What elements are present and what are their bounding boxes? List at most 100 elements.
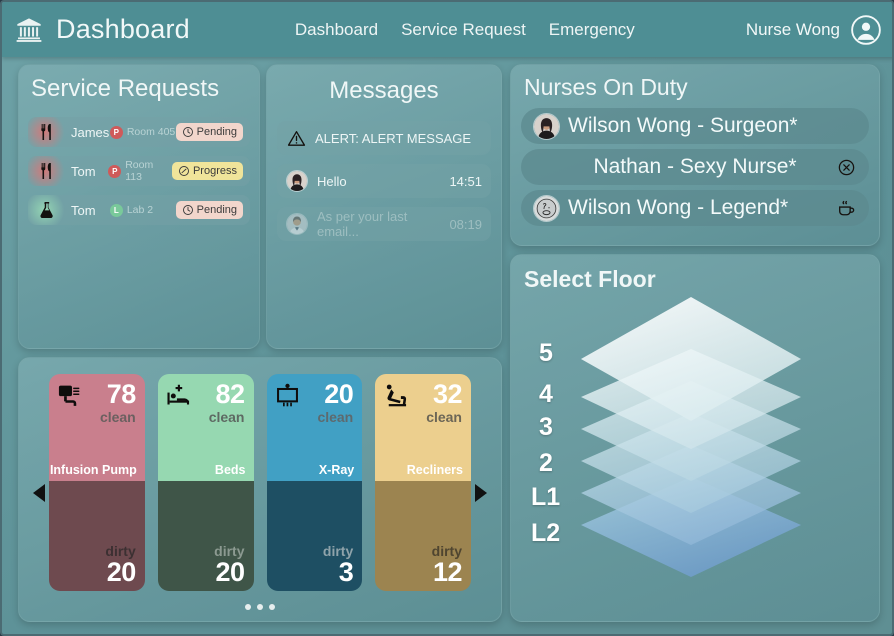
nurse-name: Nathan - Sexy Nurse* [593, 155, 797, 178]
avatar-woman [533, 112, 560, 140]
carousel-dot[interactable] [257, 604, 263, 610]
select-floor-panel: Select Floor 5 4 3 2 L1 L2 [510, 254, 880, 622]
equipment-dirty-section: dirty 12 [375, 481, 471, 591]
nurse-row[interactable]: Nathan - Sexy Nurse* [521, 149, 869, 185]
nav-link-dashboard[interactable]: Dashboard [295, 20, 378, 40]
carousel-dot[interactable] [245, 604, 251, 610]
messages-title: Messages [329, 77, 439, 104]
clean-label: clean [426, 408, 462, 425]
equipment-name: Recliners [406, 463, 463, 477]
service-request-row[interactable]: Tom P Room 113 Progress [28, 156, 250, 186]
message-row[interactable]: ALERT: ALERT MESSAGE [277, 121, 491, 155]
messages-panel: Messages ALERT: ALERT MESSAGE Hello 14:51… [266, 64, 502, 349]
nurse-name: Wilson Wong - Legend* [568, 196, 789, 219]
message-text: Hello [317, 173, 347, 189]
user-area[interactable]: Nurse Wong [746, 14, 882, 46]
floor-level-label[interactable]: 5 [539, 339, 553, 368]
carousel-next-arrow[interactable] [475, 484, 487, 502]
equipment-card[interactable]: 82 clean Beds dirty 20 [157, 374, 254, 591]
avatar-doctor [286, 213, 308, 235]
equipment-clean-stats: 32 clean [426, 379, 463, 425]
service-request-location: P Room 113 [108, 159, 172, 183]
location-label: Lab 2 [126, 204, 154, 216]
equipment-carousel-panel: 78 clean Infusion Pump dirty 20 82 clean… [18, 357, 502, 622]
equipment-clean-stats: 82 clean [208, 381, 245, 425]
location-label: Room 113 [125, 159, 154, 183]
equipment-name: Infusion Pump [49, 463, 137, 477]
equipment-card-header: 20 clean [267, 374, 363, 425]
service-requests-title: Service Requests [31, 75, 220, 102]
message-row[interactable]: As per your last email... 08:19 [277, 207, 491, 241]
clean-count: 20 [324, 379, 354, 409]
service-request-name: James [71, 124, 110, 140]
location-label: Room 405 [126, 126, 176, 138]
equipment-clean-stats: 78 clean [99, 379, 137, 425]
clock-icon [182, 126, 194, 138]
nurses-on-duty-panel: Nurses On Duty Wilson Wong - Surgeon* Nat… [510, 64, 880, 246]
service-requests-panel: Service Requests James P Room 405 Pendin… [18, 64, 260, 349]
user-name-label: Nurse Wong [745, 19, 840, 39]
cutlery-icon [28, 117, 65, 147]
nav-link-emergency[interactable]: Emergency [549, 20, 635, 40]
carousel-dot[interactable] [269, 604, 275, 610]
equipment-clean-stats: 20 clean [317, 379, 354, 425]
x-circle-icon[interactable] [835, 156, 857, 178]
dirty-count: 20 [215, 557, 245, 587]
equipment-card[interactable]: 20 clean X-Ray dirty 3 [266, 374, 363, 591]
app-header: Dashboard Dashboard Service Request Emer… [2, 2, 892, 57]
x-ray-icon [274, 382, 302, 410]
clock-icon [182, 204, 194, 216]
equipment-card[interactable]: 78 clean Infusion Pump dirty 20 [49, 374, 145, 591]
nav-link-service-request[interactable]: Service Request [401, 20, 526, 40]
equipment-clean-section: 78 clean Infusion Pump [49, 374, 145, 481]
service-request-row[interactable]: Tom L Lab 2 Pending [28, 195, 250, 225]
dirty-count: 12 [432, 557, 463, 587]
floor-level-label[interactable]: 2 [539, 449, 553, 478]
nurses-on-duty-title: Nurses On Duty [524, 74, 688, 100]
equipment-dirty-section: dirty 3 [266, 481, 363, 591]
equipment-name: X-Ray [318, 463, 355, 477]
equipment-cards: 78 clean Infusion Pump dirty 20 82 clean… [49, 374, 471, 591]
clean-count: 32 [432, 379, 463, 409]
clean-count: 78 [106, 379, 137, 409]
equipment-dirty-section: dirty 20 [157, 481, 254, 591]
status-badge[interactable]: Progress [171, 162, 243, 180]
clean-label: clean [208, 408, 245, 425]
floor-level-label[interactable]: 3 [539, 413, 553, 442]
coffee-cup-icon[interactable] [835, 197, 857, 219]
main-nav: Dashboard Service Request Emergency [295, 20, 635, 40]
nurse-name: Wilson Wong - Surgeon* [568, 114, 798, 137]
app-title: Dashboard [56, 14, 190, 44]
service-request-row[interactable]: James P Room 405 Pending [28, 117, 250, 147]
message-time: 14:51 [449, 173, 482, 189]
carousel-prev-arrow[interactable] [33, 484, 45, 502]
infusion-pump-icon [56, 382, 84, 410]
nurse-row[interactable]: Wilson Wong - Legend* [521, 190, 869, 226]
avatar-woman [286, 170, 308, 192]
avatar-face [533, 194, 560, 222]
warning-triangle-icon [286, 128, 306, 148]
museum-bank-icon [14, 15, 44, 45]
floor-level-label[interactable]: 4 [539, 380, 553, 409]
recliner-icon [382, 382, 410, 410]
equipment-clean-section: 20 clean X-Ray [266, 374, 363, 481]
message-text: As per your last email... [317, 209, 408, 239]
service-request-location: P Room 405 [109, 125, 176, 139]
message-row[interactable]: Hello 14:51 [277, 164, 491, 198]
floor-stack-graphic[interactable] [511, 255, 881, 623]
clean-label: clean [317, 408, 354, 425]
equipment-dirty-section: dirty 20 [49, 481, 145, 591]
status-badge[interactable]: Pending [175, 201, 243, 219]
clean-label: clean [99, 408, 136, 425]
equipment-card[interactable]: 32 clean Recliners dirty 12 [375, 374, 471, 591]
user-circle-icon[interactable] [850, 14, 882, 46]
nurse-row[interactable]: Wilson Wong - Surgeon* [521, 108, 869, 144]
floor-level-label[interactable]: L1 [531, 483, 560, 512]
service-requests-list: James P Room 405 Pending Tom P Room 113 … [28, 117, 250, 225]
equipment-card-header: 78 clean [49, 374, 145, 425]
status-badge[interactable]: Pending [175, 123, 243, 141]
floor-level-label[interactable]: L2 [531, 519, 560, 548]
service-request-name: Tom [71, 202, 96, 218]
hospital-bed-icon [165, 382, 193, 410]
message-time: 08:19 [449, 216, 482, 232]
